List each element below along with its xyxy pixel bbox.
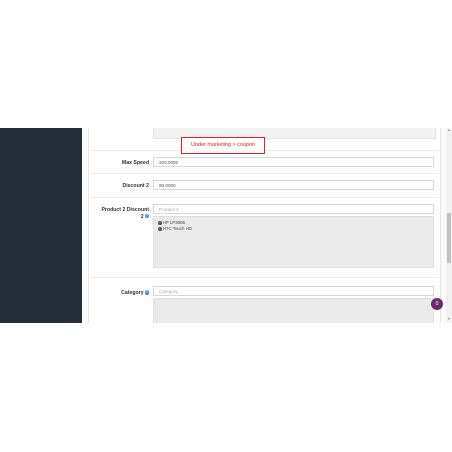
category-label-text: Category [121, 290, 144, 296]
product-2-discount-label: Product 2 Discount 2? [93, 207, 149, 220]
selected-product-item: − HP LP3065 [158, 220, 185, 225]
discount-2-label: Discount 2 [122, 183, 149, 189]
product-2-label-line1: Product 2 Discount [101, 207, 149, 213]
floating-action-button[interactable]: 0 [431, 298, 443, 310]
annotation-callout: Under marketing > coupon [181, 137, 265, 154]
row-divider [90, 197, 439, 198]
selected-product-name: HTC Touch HD [162, 226, 193, 231]
category-selected-well [153, 298, 434, 323]
remove-icon[interactable]: − [158, 226, 162, 231]
discount-2-input[interactable]: 90.0000 [153, 180, 434, 190]
product-2-label-line2: 2 [140, 213, 144, 220]
category-label: Category? [93, 290, 149, 297]
selected-product-name: HP LP3065 [162, 220, 185, 225]
product-2-input[interactable]: Product 2 [153, 204, 434, 214]
remove-icon[interactable]: − [158, 220, 162, 225]
row-divider [90, 277, 439, 278]
max-speed-label: Max Speed [121, 160, 149, 166]
scroll-up-icon[interactable]: ▲ [446, 128, 452, 132]
sidebar [0, 128, 82, 323]
scroll-down-icon[interactable]: ▼ [446, 317, 452, 321]
category-input[interactable]: Category [153, 286, 434, 296]
selected-product-item: − HTC Touch HD [158, 226, 192, 231]
form-panel: Max Speed 200.0000 Discount 2 90.0000 Pr… [88, 128, 441, 323]
screenshot-frame: Max Speed 200.0000 Discount 2 90.0000 Pr… [0, 128, 452, 323]
scrollbar[interactable]: ▲ ▼ [446, 128, 452, 323]
main-content: Max Speed 200.0000 Discount 2 90.0000 Pr… [82, 128, 452, 323]
scrollbar-thumb[interactable] [447, 213, 451, 263]
help-icon[interactable]: ? [144, 290, 149, 295]
product-2-selected-well: − HP LP3065 − HTC Touch HD [153, 216, 434, 268]
max-speed-input[interactable]: 200.0000 [153, 157, 434, 167]
help-icon[interactable]: ? [144, 213, 149, 219]
row-divider [90, 173, 439, 174]
